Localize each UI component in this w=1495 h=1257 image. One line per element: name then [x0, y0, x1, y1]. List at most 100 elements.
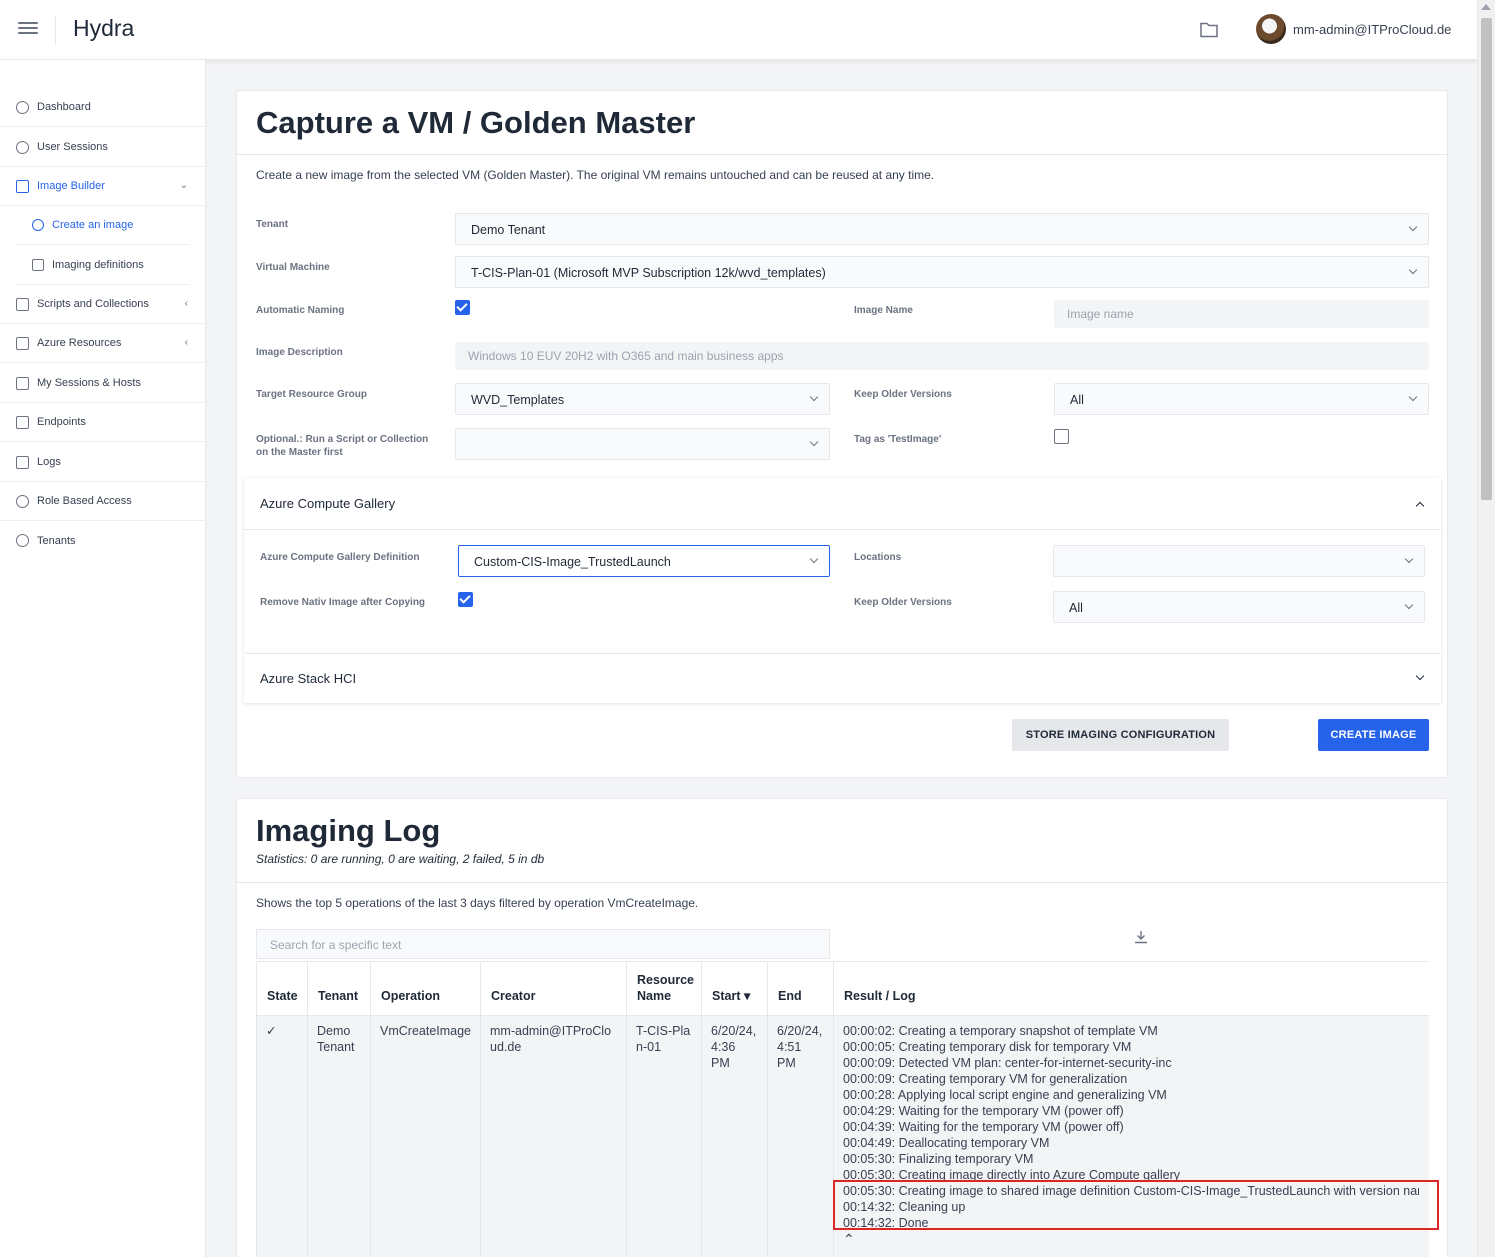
sidebar-item-label: Role Based Access [37, 495, 132, 507]
archive-icon [32, 259, 44, 271]
sidebar-item-azure-resources[interactable]: Azure Resources ‹ [0, 324, 206, 363]
col-end[interactable]: End [767, 962, 833, 1015]
chevron-down-icon [1404, 554, 1414, 564]
chevron-left-icon: ‹ [184, 298, 188, 309]
app-title: Hydra [73, 15, 135, 41]
avatar[interactable] [1256, 14, 1286, 44]
resource-group-select[interactable]: WVD_Templates [455, 383, 830, 415]
sidebar-item-dashboard[interactable]: Dashboard [0, 88, 206, 127]
col-tenant[interactable]: Tenant [307, 962, 370, 1015]
sidebar-item-create-image[interactable]: Create an image [16, 206, 190, 245]
keep-older-value: All [1070, 393, 1084, 407]
collapse-icon[interactable]: ⌃ [843, 1232, 1419, 1246]
log-description: Shows the top 5 operations of the last 3… [256, 896, 699, 910]
col-result[interactable]: Result / Log [833, 962, 1429, 1015]
sidebar-item-endpoints[interactable]: Endpoints [0, 403, 206, 442]
sidebar-item-label: Tenants [37, 534, 76, 547]
sidebar-item-label: Azure Resources [37, 337, 122, 349]
col-creator[interactable]: Creator [480, 962, 626, 1015]
tenant-label: Tenant [256, 219, 289, 230]
sidebar-item-imaging-definitions[interactable]: Imaging definitions [16, 246, 190, 285]
row-creator: mm-admin@ITProCloud.de [490, 1024, 612, 1054]
divider [237, 882, 1447, 883]
scrollbar[interactable] [1477, 0, 1495, 1257]
chevron-down-icon [1408, 265, 1418, 275]
col-state[interactable]: State [256, 962, 307, 1015]
folder-icon[interactable] [1200, 21, 1218, 38]
sidebar-item-label: Create an image [52, 219, 134, 231]
sidebar-item-logs[interactable]: Logs [0, 443, 206, 482]
hci-panel[interactable]: Azure Stack HCI [244, 654, 1441, 703]
row-tenant: Demo Tenant [317, 1024, 355, 1054]
script-label: Optional.: Run a Script or Collection on… [256, 434, 429, 458]
col-start[interactable]: Start ▾ [701, 962, 767, 1015]
col-line [370, 1015, 371, 1257]
scroll-thumb[interactable] [1481, 18, 1492, 500]
user-name[interactable]: mm-admin@ITProCloud.de [1293, 22, 1451, 37]
gallery-keep-older-label: Keep Older Versions [854, 597, 952, 608]
gallery-title[interactable]: Azure Compute Gallery [260, 496, 395, 511]
download-icon[interactable] [1134, 930, 1148, 944]
chevron-down-icon [1404, 600, 1414, 610]
chevron-down-icon [1408, 222, 1418, 232]
gallery-definition-select[interactable]: Custom-CIS-Image_TrustedLaunch [458, 545, 830, 577]
top-bar: Hydra mm-admin@ITProCloud.de [0, 0, 1477, 60]
chevron-down-icon [809, 437, 819, 447]
chevron-down-icon [809, 554, 819, 564]
auto-naming-checkbox[interactable] [455, 300, 470, 315]
users-icon [16, 140, 29, 154]
log-line: 00:00:09: Creating temporary VM for gene… [843, 1072, 1128, 1086]
gallery-keep-older-select[interactable]: All [1053, 591, 1425, 623]
log-line: 00:00:05: Creating temporary disk for te… [843, 1040, 1132, 1054]
log-line: 00:05:30: Finalizing temporary VM [843, 1152, 1034, 1166]
sidebar-item-label: User Sessions [37, 141, 108, 153]
log-line: 00:00:02: Creating a temporary snapshot … [843, 1024, 1158, 1038]
sidebar-item-label: Logs [37, 456, 61, 468]
state-check-icon: ✓ [266, 1024, 277, 1038]
capture-description: Create a new image from the selected VM … [256, 168, 935, 182]
sidebar-item-user-sessions[interactable]: User Sessions [0, 128, 206, 167]
chevron-down-icon[interactable] [1415, 671, 1425, 681]
sidebar-item-sessions-hosts[interactable]: My Sessions & Hosts [0, 364, 206, 403]
hci-title[interactable]: Azure Stack HCI [260, 671, 356, 686]
vm-select[interactable]: T-CIS-Plan-01 (Microsoft MVP Subscriptio… [455, 256, 1429, 288]
sidebar-item-label: Imaging definitions [52, 259, 144, 271]
sidebar-item-rbac[interactable]: Role Based Access [0, 482, 206, 521]
sidebar: Dashboard User Sessions Image Builder ⌄ C… [0, 60, 206, 1257]
keep-older-select[interactable]: All [1054, 383, 1429, 415]
sidebar-item-scripts[interactable]: Scripts and Collections ‹ [0, 285, 206, 324]
image-builder-icon [16, 179, 29, 193]
sidebar-item-label: Dashboard [37, 101, 91, 113]
menu-icon[interactable] [18, 22, 38, 38]
image-name-input[interactable]: Image name [1054, 300, 1429, 328]
tenant-select[interactable]: Demo Tenant [455, 213, 1429, 245]
sidebar-item-tenants[interactable]: Tenants [0, 521, 206, 560]
col-operation[interactable]: Operation [370, 962, 480, 1015]
gallery-panel: Azure Compute Gallery Azure Compute Gall… [244, 478, 1441, 653]
log-line: 00:04:39: Waiting for the temporary VM (… [843, 1120, 1124, 1134]
col-line [256, 1015, 257, 1257]
keep-older-label: Keep Older Versions [854, 389, 952, 400]
tenant-value: Demo Tenant [471, 223, 546, 237]
remove-native-checkbox[interactable] [458, 592, 473, 607]
locations-select[interactable] [1053, 545, 1425, 577]
gear-icon [16, 534, 29, 547]
scroll-up-icon[interactable] [1481, 4, 1491, 10]
resource-group-value: WVD_Templates [471, 393, 565, 407]
sidebar-item-label: Endpoints [37, 416, 86, 428]
search-placeholder: Search for a specific text [270, 938, 402, 952]
image-description-input[interactable]: Windows 10 EUV 20H2 with O365 and main b… [455, 342, 1429, 370]
log-search-input[interactable]: Search for a specific text [256, 929, 830, 959]
sidebar-item-image-builder[interactable]: Image Builder ⌄ [0, 167, 206, 206]
create-image-button[interactable]: CREATE IMAGE [1318, 719, 1429, 751]
store-config-button[interactable]: STORE IMAGING CONFIGURATION [1012, 719, 1229, 751]
remove-native-label: Remove Nativ Image after Copying [260, 597, 426, 608]
chevron-down-icon [1408, 392, 1418, 402]
col-resource[interactable]: Resource Name [626, 962, 701, 1015]
chevron-left-icon: ‹ [184, 337, 188, 348]
image-name-label: Image Name [854, 305, 913, 316]
chevron-up-icon[interactable] [1415, 501, 1425, 511]
script-select[interactable] [455, 428, 830, 460]
tag-checkbox[interactable] [1054, 429, 1069, 444]
log-title: Imaging Log [256, 813, 441, 848]
